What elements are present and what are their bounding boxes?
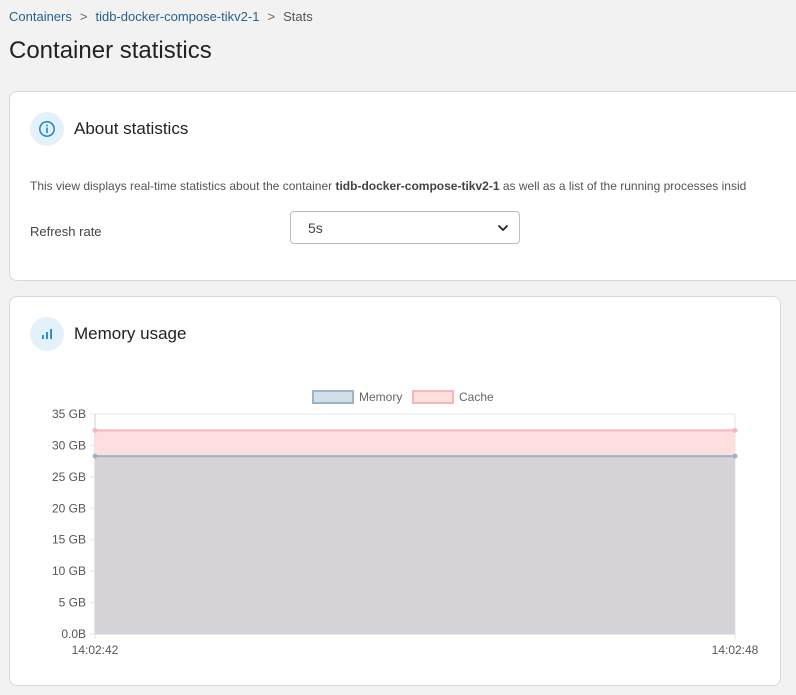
- breadcrumb: Containers > tidb-docker-compose-tikv2-1 > S…: [9, 9, 313, 24]
- breadcrumb-container-link[interactable]: tidb-docker-compose-tikv2-1: [95, 9, 259, 24]
- memory-series-area: [95, 456, 735, 634]
- y-tick-label: 20 GB: [52, 501, 86, 515]
- legend-memory-swatch: [312, 390, 354, 404]
- cache-series-area: [95, 430, 735, 457]
- breadcrumb-separator: >: [267, 9, 276, 24]
- memory-usage-card: Memory usage 35 GB 30 GB 25 GB 20 GB 15 GB 10…: [9, 296, 781, 686]
- about-statistics-card: About statistics This view displays real…: [9, 91, 796, 281]
- about-container-name: tidb-docker-compose-tikv2-1: [335, 179, 500, 193]
- y-tick-label: 35 GB: [52, 407, 86, 421]
- about-card-title: About statistics: [74, 119, 189, 138]
- y-tick-label: 15 GB: [52, 533, 86, 547]
- breadcrumb-separator: >: [79, 9, 88, 24]
- y-tick-label: 25 GB: [52, 470, 86, 484]
- legend-cache-label: Cache: [459, 390, 494, 404]
- x-tick-label: 14:02:48: [712, 643, 759, 657]
- memory-usage-chart: 35 GB 30 GB 25 GB 20 GB 15 GB 10 GB 5 GB 0.0B 14…: [52, 390, 759, 657]
- about-text-before: This view displays real-time statistics …: [30, 179, 336, 193]
- refresh-rate-label: Refresh rate: [30, 224, 102, 239]
- breadcrumb-containers-link[interactable]: Containers: [9, 9, 72, 24]
- y-tick-label: 30 GB: [52, 438, 86, 452]
- about-text-after: as well as a list of the running process…: [499, 179, 747, 193]
- legend-memory-label: Memory: [359, 390, 402, 404]
- y-tick-label: 0.0B: [61, 627, 86, 641]
- refresh-rate-select[interactable]: 5s: [290, 211, 520, 244]
- info-icon: [30, 112, 64, 146]
- x-tick-label: 14:02:42: [72, 643, 119, 657]
- legend-cache-swatch: [412, 390, 454, 404]
- refresh-rate-value: 5s: [308, 219, 323, 236]
- memory-data-point: [732, 453, 738, 459]
- about-description: This view displays real-time statistics …: [30, 179, 746, 193]
- page-title: Container statistics: [9, 37, 212, 64]
- memory-data-point: [92, 453, 98, 459]
- breadcrumb-current: Stats: [283, 9, 313, 24]
- y-tick-label: 10 GB: [52, 564, 86, 578]
- y-tick-label: 5 GB: [59, 596, 86, 610]
- chevron-down-icon: [498, 224, 508, 231]
- cache-data-point: [92, 427, 98, 433]
- about-card-header: About statistics: [30, 112, 188, 146]
- cache-data-point: [732, 427, 738, 433]
